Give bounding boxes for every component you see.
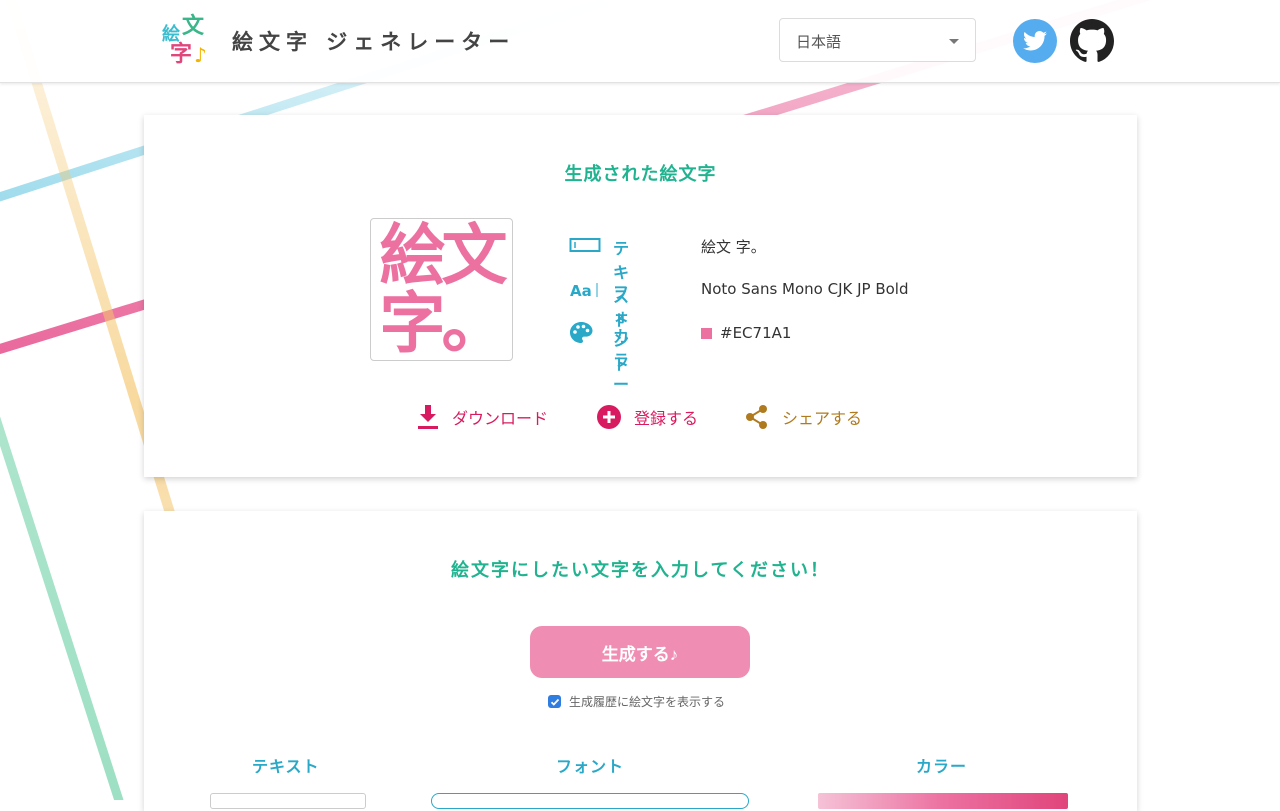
column-heading-font: フォント <box>556 757 625 776</box>
color-value: #EC71A1 <box>720 324 792 342</box>
register-label: 登録する <box>634 409 699 428</box>
text-input[interactable] <box>210 793 366 809</box>
font-icon: Aa <box>570 282 598 300</box>
color-swatch <box>701 328 712 339</box>
checkmark-icon <box>550 698 559 706</box>
download-label: ダウンロード <box>452 409 549 428</box>
generated-emoji-title: 生成された絵文字 <box>564 164 717 185</box>
share-button[interactable]: シェアする <box>744 403 862 431</box>
palette-icon <box>570 322 593 343</box>
emoji-preview: 絵文 字。 <box>370 218 513 361</box>
share-label: シェアする <box>782 409 863 428</box>
history-checkbox-row[interactable]: 生成履歴に絵文字を表示する <box>548 693 725 710</box>
column-heading-text: テキスト <box>252 757 320 776</box>
site-title[interactable]: 絵文字 ジェネレーター <box>232 26 515 56</box>
color-picker[interactable] <box>818 793 1068 809</box>
twitter-button[interactable] <box>1013 19 1057 63</box>
emoji-preview-line-1: 絵文 <box>379 218 508 294</box>
emoji-input-card: 絵文字にしたい文字を入力してください！ 生成する♪ 生成履歴に絵文字を表示する … <box>144 511 1137 811</box>
svg-text:Aa: Aa <box>570 282 592 300</box>
color-label: カラー <box>613 327 630 394</box>
emoji-preview-line-2: 字。 <box>379 285 508 361</box>
column-heading-color: カラー <box>916 757 968 776</box>
text-field-icon <box>569 238 601 252</box>
twitter-icon <box>1023 31 1047 51</box>
app-header: 絵 文 字 ♪ 絵文字 ジェネレーター 日本語 <box>0 0 1280 83</box>
share-icon <box>746 405 767 429</box>
history-checkbox-label: 生成履歴に絵文字を表示する <box>569 695 726 709</box>
text-value: 絵文 字。 <box>701 238 766 256</box>
register-button[interactable]: 登録する <box>596 403 698 431</box>
site-logo[interactable]: 絵 文 字 ♪ <box>160 14 212 70</box>
color-value-wrap: #EC71A1 <box>701 324 791 342</box>
logo-char-4: ♪ <box>194 43 207 67</box>
font-select[interactable] <box>431 793 749 809</box>
plus-circle-icon <box>597 405 621 429</box>
font-value: Noto Sans Mono CJK JP Bold <box>701 280 909 298</box>
download-icon <box>418 405 438 429</box>
input-prompt-title: 絵文字にしたい文字を入力してください！ <box>451 560 830 581</box>
chevron-down-icon <box>949 39 959 44</box>
logo-char-2: 文 <box>182 14 205 39</box>
history-checkbox[interactable] <box>548 695 561 708</box>
github-icon <box>1070 19 1114 62</box>
generate-button[interactable]: 生成する♪ <box>530 626 750 678</box>
language-select[interactable]: 日本語 <box>779 18 976 62</box>
download-button[interactable]: ダウンロード <box>416 403 548 431</box>
logo-char-3: 字 <box>170 42 193 67</box>
generated-emoji-card: 生成された絵文字 絵文 字。 テキスト 絵文 字。 Aa フォント Noto S… <box>144 115 1137 477</box>
language-select-value: 日本語 <box>796 33 842 51</box>
github-button[interactable] <box>1070 19 1114 63</box>
